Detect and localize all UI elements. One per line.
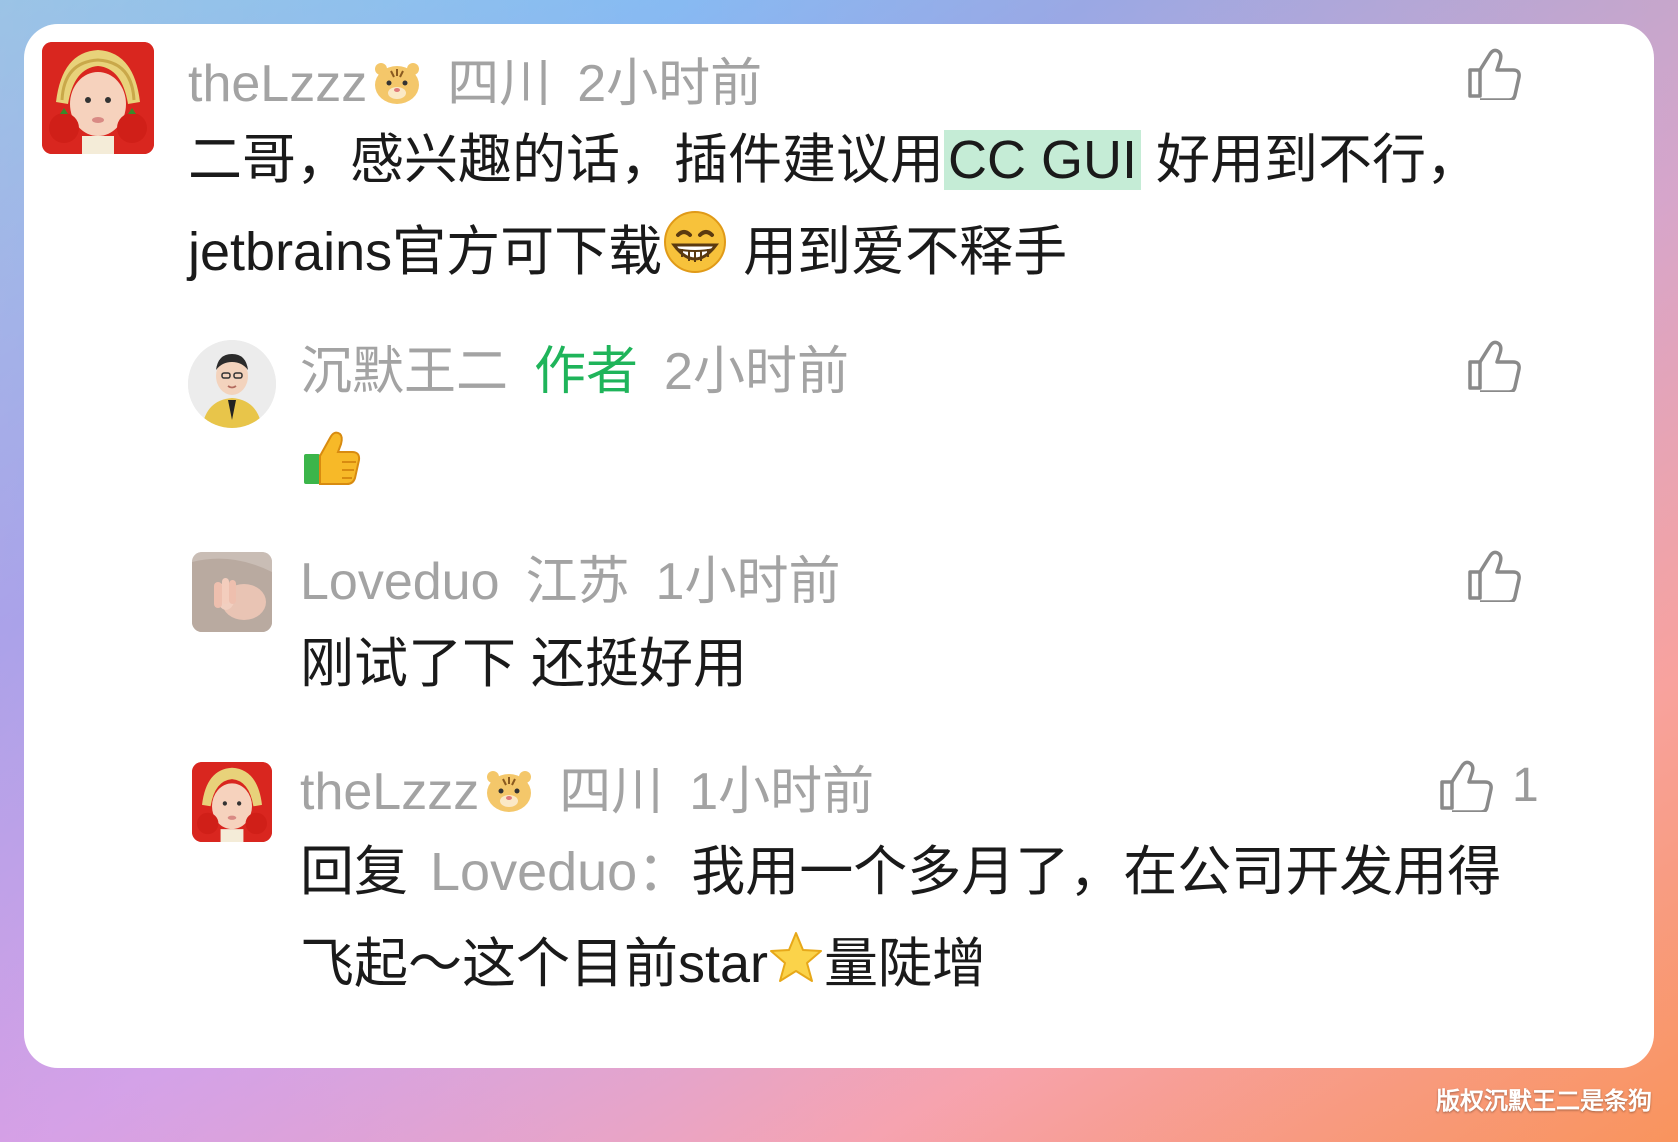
text-segment: 二哥，感兴趣的话，插件建议用 [188,130,944,190]
star-emoji [768,922,824,1014]
reply-target-username[interactable]: Loveduo [430,842,637,902]
baby-avatar-image [192,762,272,842]
comment-line-2: jetbrains官方可下载 用到爱不释手 [188,206,1480,303]
comment-meta: theLzzz 四川 2小时前 [188,58,788,114]
reply-colon: ： [637,842,692,902]
like-button[interactable] [1466,48,1540,100]
like-button[interactable] [1466,550,1540,602]
text-segment: jetbrains官方可下载 [188,222,663,282]
thumbs-up-outline-icon [1468,550,1521,602]
comment-meta: theLzzz 四川 1小时前 [300,766,900,822]
timestamp: 2小时前 [664,343,849,401]
highlighted-keyword[interactable]: CC GUI [944,130,1141,190]
location: 四川 [559,763,664,821]
comment-line-1: 回复 Loveduo：我用一个多月了，在公司开发用得 [300,826,1501,918]
text-segment: 量陡增 [824,934,987,994]
baby-avatar-image [42,42,154,154]
location: 四川 [447,55,552,113]
comment-text: 回复 Loveduo：我用一个多月了，在公司开发用得 飞起～这个目前star 量陡… [300,826,1501,1014]
comment-text: 刚试了下 还挺好用 [300,634,748,694]
thumbs-up-outline-icon [1440,760,1493,812]
reply-prefix: 回复 [300,842,408,902]
baby-hand-avatar-image [192,552,272,632]
grinning-face-emoji [662,209,728,303]
comment-line-1: 二哥，感兴趣的话，插件建议用CC GUI 好用到不行， [188,114,1480,206]
text-segment: 我用一个多月了，在公司开发用得 [691,842,1502,902]
text-segment: 用到爱不释手 [728,222,1068,282]
timestamp: 2小时前 [577,55,763,113]
timestamp: 1小时前 [689,763,875,821]
watermark: 版权沉默王二是条狗 [1436,1088,1652,1115]
avatar[interactable] [188,340,276,428]
username[interactable]: 沉默王二 [300,343,508,401]
avatar[interactable] [192,762,272,842]
timestamp: 1小时前 [655,553,841,611]
avatar[interactable] [42,42,154,154]
username[interactable]: theLzzz [188,55,367,113]
text-segment: 好用到不行， [1141,130,1481,190]
comment-line-2: 飞起～这个目前star 量陡增 [300,918,1501,1014]
like-count: 1 [1512,759,1539,812]
thumbs-up-outline-icon [1468,48,1521,100]
location: 江苏 [525,553,630,611]
thumbs-up-outline-icon [1468,340,1521,392]
comment-meta: 沉默王二 作者 2小时前 [300,346,875,398]
comment-text: 二哥，感兴趣的话，插件建议用CC GUI 好用到不行， jetbrains官方可… [188,114,1480,303]
tiger-face-icon [373,61,421,114]
text-segment: 飞起～这个目前star [300,934,769,994]
comment-card: theLzzz 四川 2小时前 二哥，感兴趣的话，插件建议用CC GUI 好用到不… [24,24,1654,1068]
thumbs-up-emoji [302,426,364,488]
username[interactable]: theLzzz [300,763,479,821]
author-avatar-image [188,340,276,428]
username[interactable]: Loveduo [300,553,500,611]
like-button[interactable] [1466,340,1540,392]
like-button[interactable]: 1 [1438,760,1539,812]
tiger-face-icon [485,769,533,822]
avatar[interactable] [192,552,272,632]
author-badge: 作者 [534,343,639,401]
comment-meta: Loveduo 江苏 1小时前 [300,556,866,608]
